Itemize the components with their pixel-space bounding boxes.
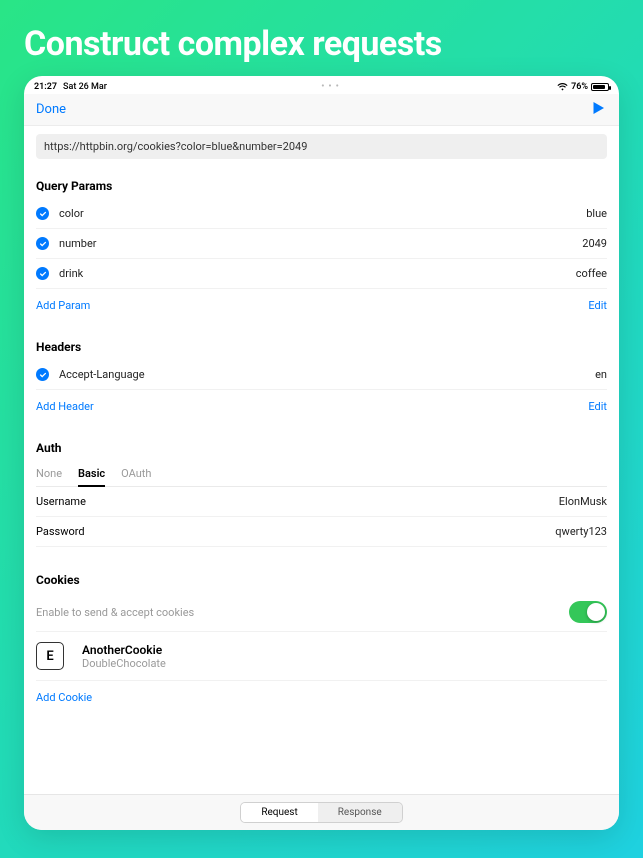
auth-section: Auth None Basic OAuth Username ElonMusk … bbox=[24, 429, 619, 547]
header-row[interactable]: Accept-Language en bbox=[36, 360, 607, 390]
seg-request[interactable]: Request bbox=[241, 803, 317, 822]
auth-username-row[interactable]: Username ElonMusk bbox=[36, 487, 607, 517]
cookies-description: Enable to send & accept cookies bbox=[36, 606, 194, 619]
headers-title: Headers bbox=[36, 328, 607, 360]
cookie-name: AnotherCookie bbox=[82, 643, 166, 657]
headers-section: Headers Accept-Language en Add Header Ed… bbox=[24, 328, 619, 429]
battery-pct: 76% bbox=[571, 82, 588, 92]
edit-params-button[interactable]: Edit bbox=[588, 299, 607, 312]
auth-tab-basic[interactable]: Basic bbox=[78, 467, 105, 480]
param-key: number bbox=[59, 237, 97, 250]
add-cookie-button[interactable]: Add Cookie bbox=[36, 691, 92, 704]
cookies-title: Cookies bbox=[36, 561, 607, 593]
checkmark-icon[interactable] bbox=[36, 237, 49, 250]
checkmark-icon[interactable] bbox=[36, 207, 49, 220]
header-value: en bbox=[595, 368, 607, 381]
username-value: ElonMusk bbox=[559, 495, 607, 508]
cookie-value: DoubleChocolate bbox=[82, 657, 166, 670]
username-label: Username bbox=[36, 495, 86, 508]
auth-tab-oauth[interactable]: OAuth bbox=[121, 467, 151, 480]
auth-password-row[interactable]: Password qwerty123 bbox=[36, 517, 607, 547]
param-key: drink bbox=[59, 267, 83, 280]
cookies-section: Cookies Enable to send & accept cookies … bbox=[24, 561, 619, 720]
status-handle: ••• bbox=[107, 82, 557, 92]
param-key: color bbox=[59, 207, 84, 220]
param-row[interactable]: drink coffee bbox=[36, 259, 607, 289]
wifi-icon bbox=[557, 83, 568, 91]
status-bar: 21:27 Sat 26 Mar ••• 76% bbox=[24, 76, 619, 94]
add-header-button[interactable]: Add Header bbox=[36, 400, 94, 413]
query-params-title: Query Params bbox=[36, 167, 607, 199]
device-frame: 21:27 Sat 26 Mar ••• 76% Done https://ht… bbox=[24, 76, 619, 830]
url-field[interactable]: https://httpbin.org/cookies?color=blue&n… bbox=[36, 134, 607, 159]
param-value: 2049 bbox=[582, 237, 607, 250]
checkmark-icon[interactable] bbox=[36, 267, 49, 280]
cookie-icon: E bbox=[36, 642, 64, 670]
navbar: Done bbox=[24, 94, 619, 126]
edit-headers-button[interactable]: Edit bbox=[588, 400, 607, 413]
add-param-button[interactable]: Add Param bbox=[36, 299, 90, 312]
seg-response[interactable]: Response bbox=[318, 803, 402, 822]
status-time: 21:27 bbox=[34, 82, 57, 92]
done-button[interactable]: Done bbox=[36, 102, 66, 117]
cookies-toggle[interactable] bbox=[569, 601, 607, 623]
cookie-row[interactable]: E AnotherCookie DoubleChocolate bbox=[36, 632, 607, 681]
status-date: Sat 26 Mar bbox=[63, 82, 107, 92]
param-value: blue bbox=[586, 207, 607, 220]
param-value: coffee bbox=[576, 267, 607, 280]
battery-icon bbox=[591, 83, 609, 91]
header-key: Accept-Language bbox=[59, 368, 145, 381]
password-value: qwerty123 bbox=[555, 525, 607, 538]
hero-title: Construct complex requests bbox=[0, 0, 643, 76]
param-row[interactable]: number 2049 bbox=[36, 229, 607, 259]
auth-tab-none[interactable]: None bbox=[36, 467, 62, 480]
segmented-control: Request Response bbox=[240, 802, 402, 823]
bottom-bar: Request Response bbox=[24, 794, 619, 830]
send-button[interactable] bbox=[589, 99, 607, 121]
auth-title: Auth bbox=[36, 429, 607, 461]
param-row[interactable]: color blue bbox=[36, 199, 607, 229]
checkmark-icon[interactable] bbox=[36, 368, 49, 381]
password-label: Password bbox=[36, 525, 85, 538]
query-params-section: Query Params color blue number 2049 drin… bbox=[24, 167, 619, 328]
